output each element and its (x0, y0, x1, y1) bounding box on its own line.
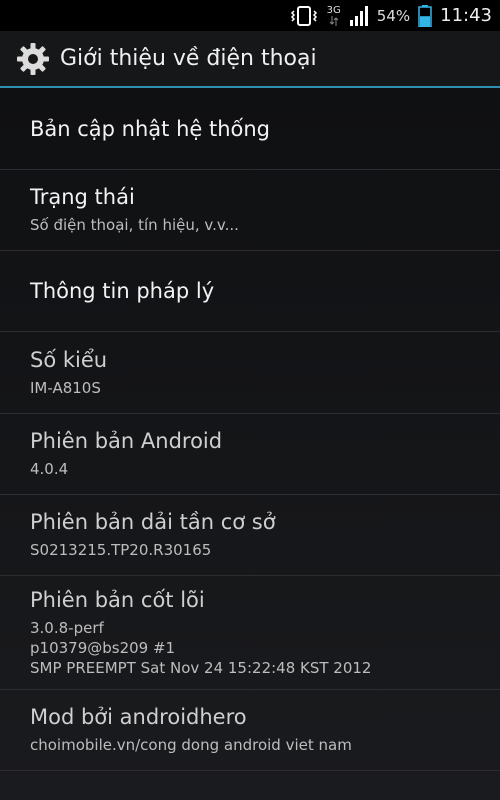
item-title: Bản cập nhật hệ thống (30, 116, 271, 141)
action-bar: Giới thiệu về điện thoại (0, 31, 500, 88)
status-bar: 3G 54% 11:43 (0, 0, 500, 31)
item-subtitle: S0213215.TP20.R30165 (30, 541, 212, 559)
list-item-android-version[interactable]: Phiên bản Android 4.0.4 (0, 414, 500, 495)
battery-icon (418, 4, 432, 27)
network-3g-icon: 3G (326, 4, 341, 26)
battery-percent: 54% (376, 6, 411, 25)
item-subtitle: 3.0.8-perf p10379@bs209 #1 SMP PREEMPT S… (30, 618, 372, 677)
list-item-legal-info[interactable]: Thông tin pháp lý (0, 251, 500, 332)
item-subtitle: IM-A810S (30, 378, 101, 397)
item-title: Thông tin pháp lý (30, 279, 215, 303)
item-title: Trạng thái (30, 185, 135, 209)
item-title: Phiên bản dải tần cơ sở (30, 510, 276, 534)
signal-icon (349, 5, 369, 26)
item-title: Phiên bản cốt lõi (30, 587, 205, 612)
item-title: Mod bởi androidhero (30, 705, 247, 729)
clock: 11:43 (440, 5, 492, 26)
settings-gear-icon[interactable] (16, 42, 50, 76)
vibrate-icon (289, 5, 319, 27)
item-subtitle: Số điện thoại, tín hiệu, v.v... (30, 216, 239, 234)
list-item-mod-credit: Mod bởi androidhero choimobile.vn/cong d… (0, 690, 500, 771)
list-item-system-update[interactable]: Bản cập nhật hệ thống (0, 88, 500, 170)
list-item-kernel-version: Phiên bản cốt lõi 3.0.8-perf p10379@bs20… (0, 576, 500, 690)
item-subtitle: choimobile.vn/cong dong android viet nam (30, 736, 352, 754)
list-item-model-number: Số kiểu IM-A810S (0, 332, 500, 414)
page-title: Giới thiệu về điện thoại (60, 46, 317, 71)
network-type-label: 3G (326, 4, 341, 16)
item-title: Phiên bản Android (30, 429, 223, 453)
settings-list: Bản cập nhật hệ thống Trạng thái Số điện… (0, 88, 500, 800)
list-item-baseband-version: Phiên bản dải tần cơ sở S0213215.TP20.R3… (0, 495, 500, 576)
list-item-status[interactable]: Trạng thái Số điện thoại, tín hiệu, v.v.… (0, 170, 500, 251)
item-subtitle: 4.0.4 (30, 460, 69, 478)
item-title: Số kiểu (30, 347, 108, 372)
